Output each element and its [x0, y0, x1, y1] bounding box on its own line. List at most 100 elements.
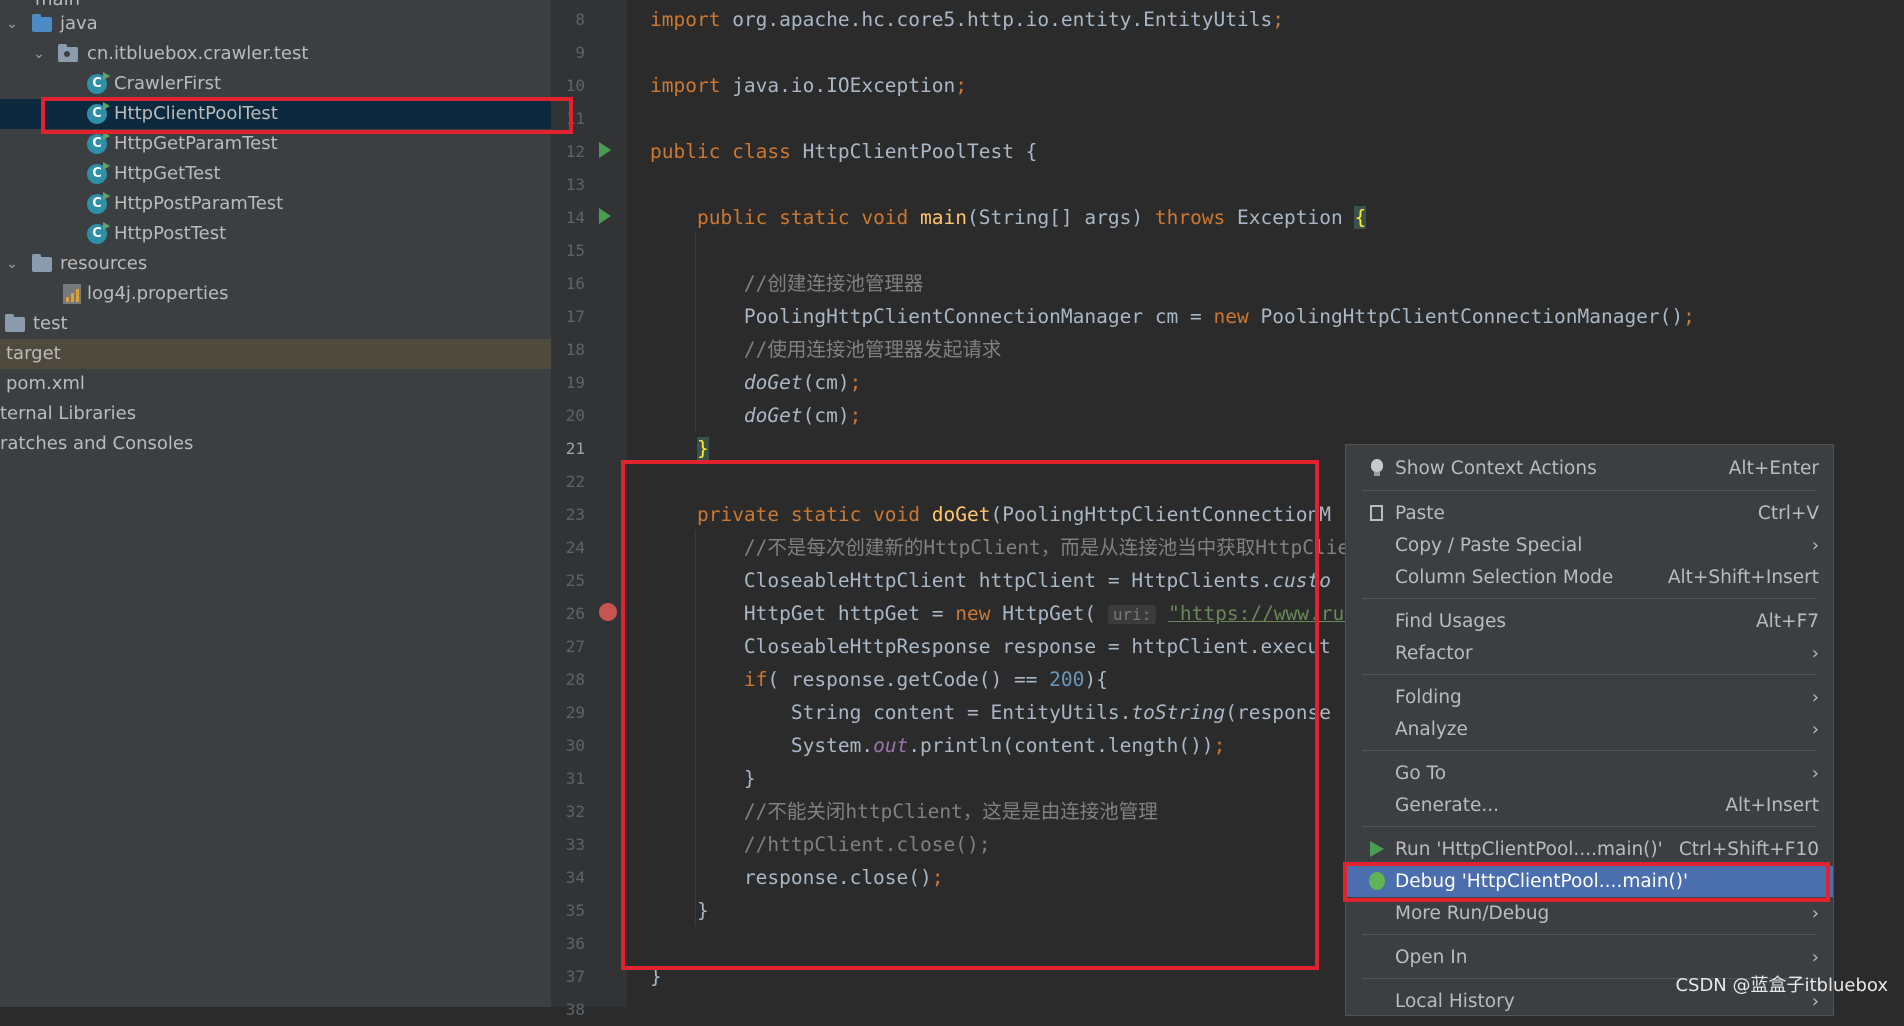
- menu-item-column-selection-mode[interactable]: Column Selection Mode Alt+Shift+Insert: [1346, 562, 1833, 593]
- tree-item-label: target: [6, 343, 61, 364]
- line-number: 12: [565, 142, 585, 161]
- line-number: 22: [565, 472, 585, 491]
- lightbulb-icon: [1371, 459, 1383, 476]
- line-number: 37: [565, 967, 585, 986]
- java-class-icon: C: [87, 72, 110, 94]
- menu-item-more-run-debug[interactable]: More Run/Debug ›: [1346, 898, 1833, 929]
- line-number: 8: [575, 10, 585, 29]
- chevron-right-icon: ›: [1811, 763, 1819, 784]
- run-icon: [1370, 841, 1384, 857]
- run-gutter-icon[interactable]: [599, 208, 611, 224]
- folder-icon: [5, 314, 25, 332]
- tree-item-label: cn.itbluebox.crawler.test: [87, 43, 309, 64]
- menu-separator: [1362, 598, 1817, 599]
- code-line-16: //创建连接池管理器: [743, 272, 924, 295]
- line-number: 38: [565, 1000, 585, 1019]
- source-folder-icon: [32, 14, 52, 32]
- menu-item-folding[interactable]: Folding ›: [1346, 682, 1833, 713]
- line-number: 30: [565, 736, 585, 755]
- project-tree-panel: main ⌄ java ⌄ cn.itbluebox.crawler.test …: [0, 0, 551, 1007]
- tree-item-test[interactable]: test: [0, 309, 551, 339]
- menu-item-generate[interactable]: Generate... Alt+Insert: [1346, 790, 1833, 821]
- clipboard-icon: [1370, 505, 1383, 521]
- chevron-right-icon: ›: [1811, 903, 1819, 924]
- tree-item-pom[interactable]: pom.xml: [0, 369, 551, 399]
- tree-item-httppostparamtest[interactable]: C HttpPostParamTest: [0, 189, 551, 219]
- menu-item-go-to[interactable]: Go To ›: [1346, 758, 1833, 789]
- menu-item-find-usages[interactable]: Find Usages Alt+F7: [1346, 606, 1833, 637]
- menu-item-show-context-actions[interactable]: Show Context Actions Alt+Enter: [1346, 453, 1833, 484]
- line-number: 27: [565, 637, 585, 656]
- chevron-down-icon[interactable]: ⌄: [5, 9, 19, 39]
- tree-item-label: HttpPostTest: [114, 223, 227, 244]
- line-number: 15: [565, 241, 585, 260]
- tree-item-label: test: [33, 313, 68, 334]
- tree-item-label: log4j.properties: [87, 283, 229, 304]
- line-number: 21: [565, 439, 585, 458]
- menu-item-run[interactable]: Run 'HttpClientPool....main()' Ctrl+Shif…: [1346, 834, 1833, 865]
- menu-item-refactor[interactable]: Refactor ›: [1346, 638, 1833, 669]
- chevron-right-icon: ›: [1811, 643, 1819, 664]
- line-number: 33: [565, 835, 585, 854]
- tree-item-label: ternal Libraries: [0, 403, 137, 424]
- chevron-right-icon: ›: [1811, 687, 1819, 708]
- menu-item-paste[interactable]: Paste Ctrl+V: [1346, 498, 1833, 529]
- annotation-box-method: [621, 460, 1319, 970]
- editor-gutter[interactable]: 8 9 10 11 12 13 14 15 16 17 18 19 20 21 …: [551, 0, 627, 1019]
- line-number: 14: [565, 208, 585, 227]
- line-number: 20: [565, 406, 585, 425]
- tree-item-label: pom.xml: [6, 373, 85, 394]
- menu-item-open-in[interactable]: Open In ›: [1346, 942, 1833, 973]
- line-number: 23: [565, 505, 585, 524]
- line-number: 25: [565, 571, 585, 590]
- tree-item-label: CrawlerFirst: [114, 73, 222, 94]
- java-class-icon: C: [87, 132, 110, 154]
- line-number: 17: [565, 307, 585, 326]
- run-gutter-icon[interactable]: [599, 142, 611, 158]
- line-number: 19: [565, 373, 585, 392]
- tree-item-label: HttpGetTest: [114, 163, 221, 184]
- properties-file-icon: [63, 284, 81, 304]
- tree-item-httpposttest[interactable]: C HttpPostTest: [0, 219, 551, 249]
- code-line-19: doGet(cm);: [743, 371, 862, 394]
- menu-item-analyze[interactable]: Analyze ›: [1346, 714, 1833, 745]
- tree-item-package[interactable]: ⌄ cn.itbluebox.crawler.test: [0, 39, 551, 69]
- line-number: 35: [565, 901, 585, 920]
- java-class-icon: C: [87, 162, 110, 184]
- tree-item-label: HttpPostParamTest: [114, 193, 284, 214]
- tree-item-scratches[interactable]: ratches and Consoles: [0, 429, 551, 459]
- tree-item-target[interactable]: target: [0, 339, 551, 369]
- tree-item-external-libraries[interactable]: ternal Libraries: [0, 399, 551, 429]
- tree-item-resources[interactable]: ⌄ resources: [0, 249, 551, 279]
- line-number: 18: [565, 340, 585, 359]
- tree-item-httpgettest[interactable]: C HttpGetTest: [0, 159, 551, 189]
- java-class-icon: C: [87, 192, 110, 214]
- chevron-down-icon[interactable]: ⌄: [5, 249, 19, 279]
- menu-separator: [1362, 674, 1817, 675]
- resources-folder-icon: [32, 254, 52, 272]
- line-number: 36: [565, 934, 585, 953]
- tree-item-label: resources: [60, 253, 148, 274]
- menu-separator: [1362, 826, 1817, 827]
- code-line-14: public static void main(String[] args) t…: [696, 206, 1367, 229]
- chevron-down-icon[interactable]: ⌄: [32, 39, 46, 69]
- line-number: 13: [565, 175, 585, 194]
- menu-separator: [1362, 934, 1817, 935]
- tree-item-crawlerfirst[interactable]: C CrawlerFirst: [0, 69, 551, 99]
- tree-item-java[interactable]: ⌄ java: [0, 9, 551, 39]
- line-number: 29: [565, 703, 585, 722]
- menu-separator: [1362, 750, 1817, 751]
- line-number: 9: [575, 43, 585, 62]
- annotation-box-debug-item: [1343, 862, 1830, 902]
- code-line-8: import org.apache.hc.core5.http.io.entit…: [650, 8, 1284, 31]
- package-icon: [58, 44, 78, 62]
- chevron-right-icon: ›: [1811, 947, 1819, 968]
- breakpoint-icon[interactable]: [599, 603, 617, 621]
- menu-item-copy-paste-special[interactable]: Copy / Paste Special ›: [1346, 530, 1833, 561]
- tree-item-log4j[interactable]: log4j.properties: [0, 279, 551, 309]
- line-number: 31: [565, 769, 585, 788]
- chevron-right-icon: ›: [1811, 719, 1819, 740]
- code-line-10: import java.io.IOException;: [650, 74, 967, 97]
- line-number: 32: [565, 802, 585, 821]
- line-number: 16: [565, 274, 585, 293]
